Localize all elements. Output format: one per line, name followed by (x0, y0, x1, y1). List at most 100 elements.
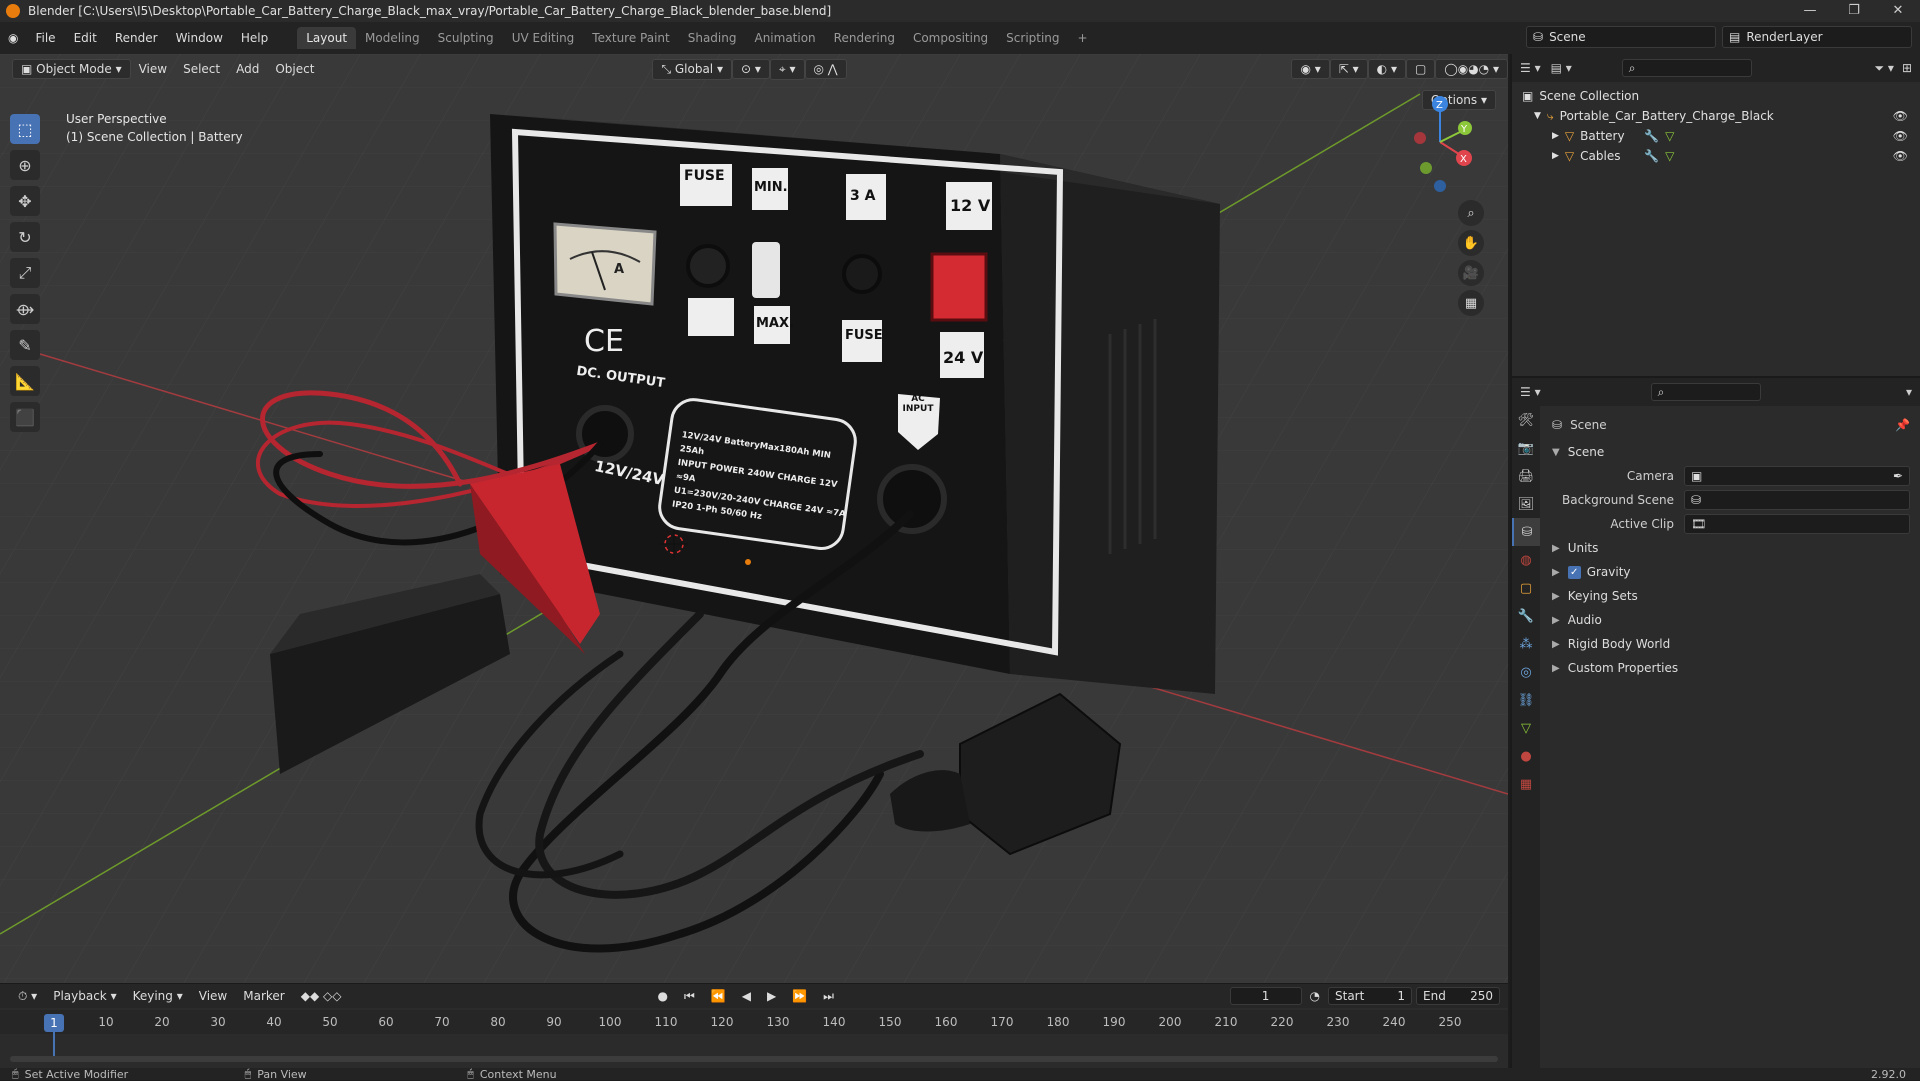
3d-viewport[interactable]: ▣ Object Mode ▾ View Select Add Object ⤡… (0, 54, 1508, 983)
minimize-button[interactable]: — (1788, 0, 1832, 22)
record-icon[interactable]: ● (649, 989, 675, 1003)
timeline-menu-keying[interactable]: Keying ▾ (125, 989, 191, 1003)
background-scene-field[interactable]: ⛁ (1684, 490, 1910, 510)
rotate-icon[interactable]: ↻ (10, 222, 40, 252)
blender-menu-icon[interactable]: ◉ (8, 31, 18, 45)
shading-modes-icon[interactable]: ◯◉◕◔ ▾ (1435, 59, 1508, 79)
camera-field[interactable]: ▣ ✒ (1684, 466, 1910, 486)
panel-units[interactable]: ▶ Units (1552, 536, 1910, 560)
select-box-icon[interactable]: ⬚ (10, 114, 40, 144)
timeline-editor-type-icon[interactable]: ⏱ ▾ (10, 989, 45, 1004)
pin-icon[interactable]: 📌 (1895, 418, 1910, 432)
cursor-icon[interactable]: ⊕ (10, 150, 40, 180)
timeline-menu-view[interactable]: View (191, 989, 235, 1003)
transform-icon[interactable]: ⟴ (10, 294, 40, 324)
jump-start-icon[interactable]: ⏮ (676, 989, 703, 1004)
maximize-button[interactable]: ❐ (1832, 0, 1876, 22)
axis-gizmo[interactable]: Z X Y (1398, 92, 1488, 192)
modifier-wrench-icon[interactable]: 🔧 (1644, 149, 1659, 163)
eye-icon[interactable]: 👁 (1893, 129, 1908, 143)
tab-shading[interactable]: Shading (679, 27, 746, 49)
proportional-edit-icon[interactable]: ◎ ⋀ (804, 59, 847, 79)
play-reverse-icon[interactable]: ◀ (734, 989, 759, 1003)
eye-icon[interactable]: 👁 (1893, 149, 1908, 163)
output-tab-icon[interactable]: 🖨 (1512, 462, 1540, 490)
outliner-row-cables[interactable]: ▶ ▽ Cables 🔧 ▽ 👁 (1512, 146, 1920, 166)
new-collection-icon[interactable]: ⊞ (1902, 61, 1912, 75)
frame-ruler[interactable]: 1 10 20 30 40 50 60 70 80 90 100 110 120… (0, 1010, 1508, 1034)
outliner-editor-type-icon[interactable]: ☰ ▾ (1520, 61, 1541, 75)
perspective-grid-icon[interactable]: ▦ (1458, 290, 1484, 316)
pan-hand-icon[interactable]: ✋ (1458, 230, 1484, 256)
world-tab-icon[interactable]: ◍ (1512, 546, 1540, 574)
timeline-menu-playback[interactable]: Playback ▾ (45, 989, 124, 1003)
gizmo-toggle-icon[interactable]: ⇱ ▾ (1329, 59, 1368, 79)
close-button[interactable]: ✕ (1876, 0, 1920, 22)
properties-search-input[interactable]: ⌕ (1650, 383, 1761, 401)
menu-file[interactable]: File (26, 31, 64, 45)
orientation-selector[interactable]: ⤡ Global ▾ (652, 58, 732, 80)
view-layer-selector[interactable]: ▤ RenderLayer (1722, 26, 1912, 48)
tab-compositing[interactable]: Compositing (904, 27, 997, 49)
particles-tab-icon[interactable]: ⁂ (1512, 630, 1540, 658)
menu-edit[interactable]: Edit (65, 31, 106, 45)
start-frame-field[interactable]: Start 1 (1328, 987, 1412, 1005)
render-tab-icon[interactable]: 📷 (1512, 434, 1540, 462)
end-frame-field[interactable]: End 250 (1416, 987, 1500, 1005)
move-icon[interactable]: ✥ (10, 186, 40, 216)
jump-end-icon[interactable]: ⏭ (815, 989, 842, 1004)
properties-options-icon[interactable]: ▾ (1906, 385, 1912, 399)
tab-sculpting[interactable]: Sculpting (429, 27, 503, 49)
add-workspace-icon[interactable]: + (1069, 27, 1097, 49)
menu-render[interactable]: Render (106, 31, 167, 45)
viewport-menu-add[interactable]: Add (228, 60, 267, 78)
viewport-menu-select[interactable]: Select (175, 60, 228, 78)
constraints-tab-icon[interactable]: ⛓ (1512, 686, 1540, 714)
tab-rendering[interactable]: Rendering (825, 27, 904, 49)
timeline-menu-marker[interactable]: Marker (235, 989, 292, 1003)
panel-gravity[interactable]: ▶ ✓ Gravity (1552, 560, 1910, 584)
navigation-gizmo[interactable]: Z X Y ⌕ ✋ 🎥 ▦ (1398, 92, 1488, 316)
disclosure-closed-icon[interactable]: ▶ (1552, 151, 1559, 161)
material-tab-icon[interactable]: ● (1512, 742, 1540, 770)
physics-tab-icon[interactable]: ◎ (1512, 658, 1540, 686)
disclosure-closed-icon[interactable]: ▶ (1552, 131, 1559, 141)
tool-tab-icon[interactable]: 🛠 (1512, 406, 1540, 434)
overlay-toggle-icon[interactable]: ◐ ▾ (1367, 59, 1406, 79)
camera-view-icon[interactable]: 🎥 (1458, 260, 1484, 286)
xray-toggle-icon[interactable]: ▢ (1405, 59, 1436, 79)
eyedropper-icon[interactable]: ✒ (1893, 469, 1903, 483)
current-frame-field[interactable]: 1 (1229, 987, 1302, 1005)
outliner-display-mode-icon[interactable]: ▤ ▾ (1551, 61, 1572, 75)
mesh-data-icon[interactable]: ▽ (1665, 129, 1674, 143)
viewport-menu-object[interactable]: Object (267, 60, 322, 78)
tab-uv-editing[interactable]: UV Editing (503, 27, 584, 49)
data-tab-icon[interactable]: ▽ (1512, 714, 1540, 742)
panel-scene[interactable]: ▼ Scene (1552, 440, 1910, 464)
outliner-search-input[interactable]: ⌕ (1621, 59, 1752, 77)
pivot-icon[interactable]: ⊙ ▾ (731, 59, 770, 79)
disclosure-open-icon[interactable]: ▼ (1534, 111, 1541, 121)
measure-icon[interactable]: 📐 (10, 366, 40, 396)
annotate-icon[interactable]: ✎ (10, 330, 40, 360)
object-tab-icon[interactable]: ▢ (1512, 574, 1540, 602)
tab-scripting[interactable]: Scripting (997, 27, 1068, 49)
zoom-icon[interactable]: ⌕ (1458, 200, 1484, 226)
menu-window[interactable]: Window (167, 31, 232, 45)
panel-rigid-body-world[interactable]: ▶ Rigid Body World (1552, 632, 1910, 656)
scene-tab-icon[interactable]: ⛁ (1512, 518, 1540, 546)
mesh-data-icon[interactable]: ▽ (1665, 149, 1674, 163)
menu-help[interactable]: Help (232, 31, 277, 45)
tab-texture-paint[interactable]: Texture Paint (583, 27, 678, 49)
viewport-menu-view[interactable]: View (131, 60, 175, 78)
filter-icon[interactable]: ⏷ ▾ (1874, 61, 1893, 76)
visibility-icon[interactable]: ◉ ▾ (1291, 59, 1330, 79)
add-cube-icon[interactable]: ⬛ (10, 402, 40, 432)
panel-audio[interactable]: ▶ Audio (1552, 608, 1910, 632)
eye-icon[interactable]: 👁 (1893, 109, 1908, 123)
scene-selector[interactable]: ⛁ Scene (1526, 26, 1716, 48)
next-keyframe-icon[interactable]: ⏩ (784, 989, 815, 1003)
properties-editor-type-icon[interactable]: ☰ ▾ (1520, 385, 1541, 399)
outliner-row-collection[interactable]: ▼ ⤷ Portable_Car_Battery_Charge_Black 👁 (1512, 106, 1920, 126)
snap-icon[interactable]: ⌖ ▾ (769, 58, 805, 80)
